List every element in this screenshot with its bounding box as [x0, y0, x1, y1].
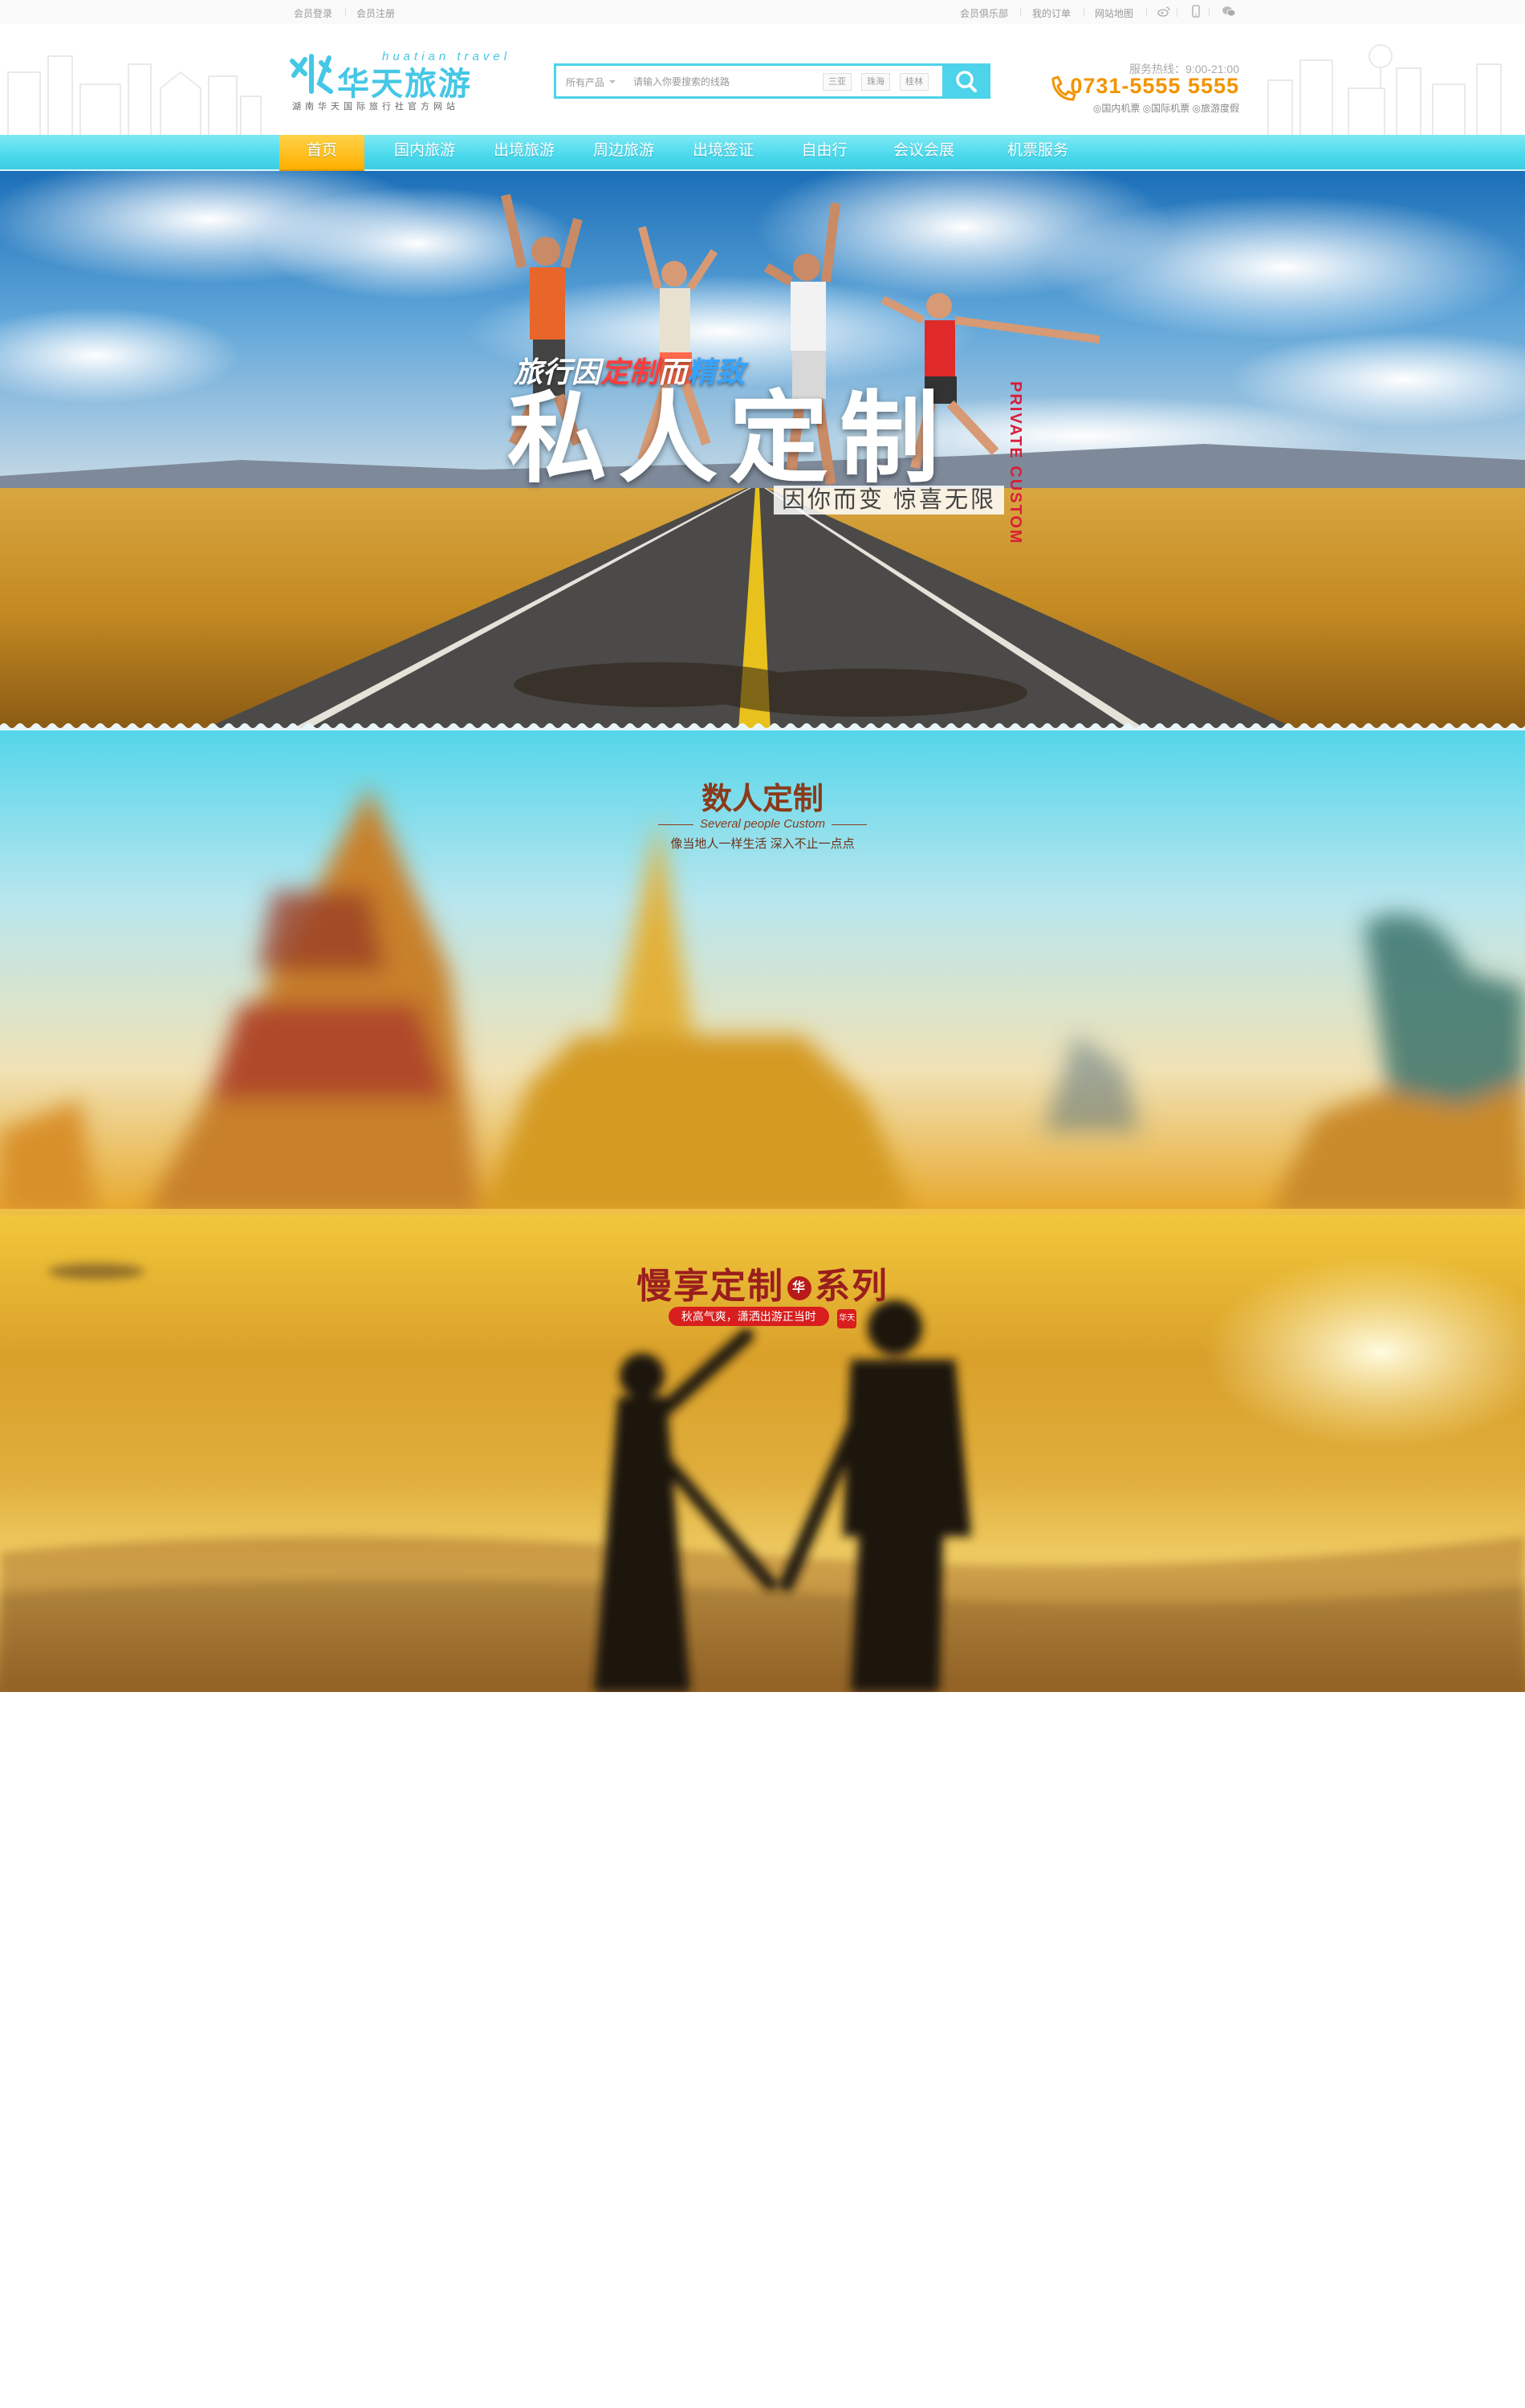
search-category-select[interactable]: 所有产品 [566, 75, 616, 89]
hot-tag[interactable]: 三亚 [823, 73, 852, 91]
my-orders-link[interactable]: 我的订单 [1032, 6, 1071, 20]
wave-divider [0, 723, 1525, 730]
divider [1209, 7, 1210, 17]
seal-stamp-icon: 华天 [837, 1309, 857, 1328]
wechat-icon[interactable] [1222, 5, 1236, 18]
section-title-part: 慢享定制 [636, 1267, 784, 1306]
hotline-number: 0731-5555 5555 [1070, 74, 1239, 98]
logo-chinese: 华天旅游 [337, 67, 472, 102]
site-logo[interactable]: huatian travel 华天旅游 湖南华天国际旅行社官方网站 [287, 50, 506, 114]
section-ribbon: 秋高气爽，潇洒出游正当时 [668, 1307, 829, 1326]
nav-item-conference[interactable]: 会议会展 [876, 135, 971, 169]
sitemap-link[interactable]: 网站地图 [1095, 6, 1133, 20]
main-nav: 首页 国内旅游 出境旅游 周边旅游 出境签证 自由行 会议会展 机票服务 [0, 135, 1525, 171]
section-english: Several people Custom [0, 817, 1525, 831]
hot-tag[interactable]: 珠海 [861, 73, 890, 91]
section-title-part: 系列 [815, 1267, 889, 1306]
search-box: 所有产品 三亚 珠海 桂林 [554, 63, 990, 99]
divider [1020, 7, 1021, 17]
divider [658, 824, 694, 825]
nav-item-visa[interactable]: 出境签证 [676, 135, 771, 169]
section-title: 慢享定制华系列 [0, 1257, 1525, 1308]
weibo-icon[interactable] [1157, 5, 1170, 18]
section-english-text: Several people Custom [700, 817, 825, 831]
login-link[interactable]: 会员登录 [294, 6, 332, 20]
nav-item-nearby[interactable]: 周边旅游 [576, 135, 671, 169]
banner-several-people-custom[interactable]: 数人定制 Several people Custom 像当地人一样生活 深入不止… [0, 730, 1525, 1215]
city-skyline-decoration [1267, 44, 1502, 135]
city-skyline-decoration [7, 55, 262, 135]
service-hotline: 服务热线：9:00-21:00 0731-5555 5555 ◎国内机票 ◎国际… [1047, 61, 1239, 117]
banner-title: 私人定制 [507, 384, 951, 494]
divider [831, 824, 867, 825]
top-bar: 会员登录 会员注册 会员俱乐部 我的订单 网站地图 [0, 0, 1525, 25]
register-link[interactable]: 会员注册 [356, 6, 395, 20]
member-club-link[interactable]: 会员俱乐部 [960, 6, 1008, 20]
banner-vertical-text: PRIVATE CUSTOM [1007, 381, 1024, 545]
hot-tag[interactable]: 桂林 [900, 73, 929, 91]
quick-links[interactable]: ◎国内机票 ◎国际机票 ◎旅游度假 [1093, 101, 1239, 115]
nav-item-flights[interactable]: 机票服务 [986, 135, 1090, 169]
banner-subtitle: 因你而变 惊喜无限 [774, 486, 1005, 515]
logo-badge-icon: 华 [787, 1276, 811, 1301]
logo-mark-icon [290, 54, 333, 94]
divider [1146, 7, 1147, 17]
banner-private-custom[interactable]: 旅行因定制而精致 私人定制 PRIVATE CUSTOM 因你而变 惊喜无限 [0, 171, 1525, 730]
section-subtitle: 像当地人一样生活 深入不止一点点 [670, 837, 855, 851]
banner-slow-custom-series[interactable]: 慢享定制华系列 秋高气爽，潇洒出游正当时 华天 [0, 1215, 1525, 1692]
wave-divider [0, 1209, 1525, 1215]
nav-item-domestic[interactable]: 国内旅游 [377, 135, 472, 169]
nav-item-free-travel[interactable]: 自由行 [777, 135, 872, 169]
site-header: huatian travel 华天旅游 湖南华天国际旅行社官方网站 所有产品 三… [0, 24, 1525, 135]
section-title: 数人定制 [701, 783, 824, 816]
divider [345, 7, 346, 17]
logo-subtitle: 湖南华天国际旅行社官方网站 [292, 102, 459, 112]
section-ribbon-wrap: 秋高气爽，潇洒出游正当时 华天 [0, 1307, 1525, 1328]
nav-item-outbound[interactable]: 出境旅游 [477, 135, 571, 169]
search-icon [956, 71, 977, 92]
mobile-icon[interactable] [1190, 5, 1202, 18]
nav-item-home[interactable]: 首页 [279, 135, 364, 169]
search-button[interactable] [942, 63, 990, 99]
